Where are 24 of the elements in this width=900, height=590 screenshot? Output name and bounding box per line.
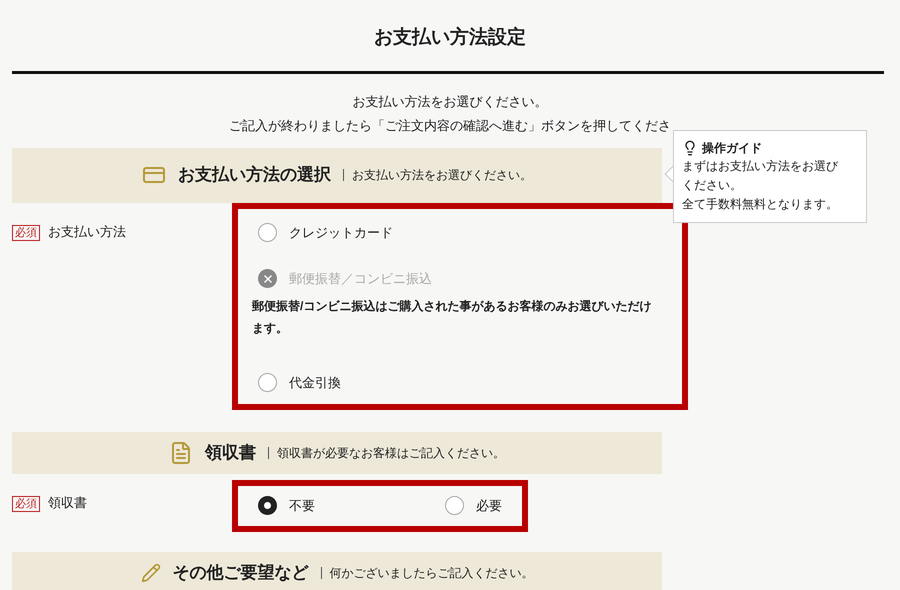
section-title: お支払い方法の選択 [178, 164, 331, 186]
instruction-text: お支払い方法をお選びください。 [352, 92, 548, 110]
radio-option[interactable]: 不要 [258, 496, 315, 516]
section-subtitle: お支払い方法をお選びください。 [343, 169, 532, 181]
section-title: 領収書 [205, 442, 256, 464]
document-icon [169, 440, 193, 464]
section-title: その他ご要望など [172, 562, 308, 584]
radio-option[interactable]: クレジットカード [258, 222, 393, 242]
guide-text: ください。 [682, 177, 743, 194]
guide-title: 操作ガイド [702, 140, 762, 157]
option-note: 郵便振替/コンビニ振込はご購入された事があるお客様のみお選びいただけます。 [252, 298, 652, 336]
instruction-text: ご記入が終わりましたら「ご注文内容の確認へ進む」ボタンを押してくださ [229, 117, 671, 135]
guide-text: まずはお支払い方法をお選び [682, 158, 840, 175]
field-label: 領収書 [48, 496, 87, 510]
pencil-icon [140, 562, 160, 582]
radio-option[interactable]: 必要 [445, 496, 502, 516]
page-title: お支払い方法設定 [374, 26, 526, 50]
required-badge: 必須 [12, 224, 40, 240]
section-subtitle: 領収書が必要なお客様はご記入ください。 [268, 446, 505, 458]
radio-option[interactable]: 代金引換 [258, 372, 341, 392]
field-label: お支払い方法 [48, 224, 126, 238]
required-badge: 必須 [12, 496, 40, 512]
guide-text: 全て手数料無料となります。 [682, 196, 839, 213]
section-subtitle: 何かございましたらご記入ください。 [320, 566, 534, 578]
